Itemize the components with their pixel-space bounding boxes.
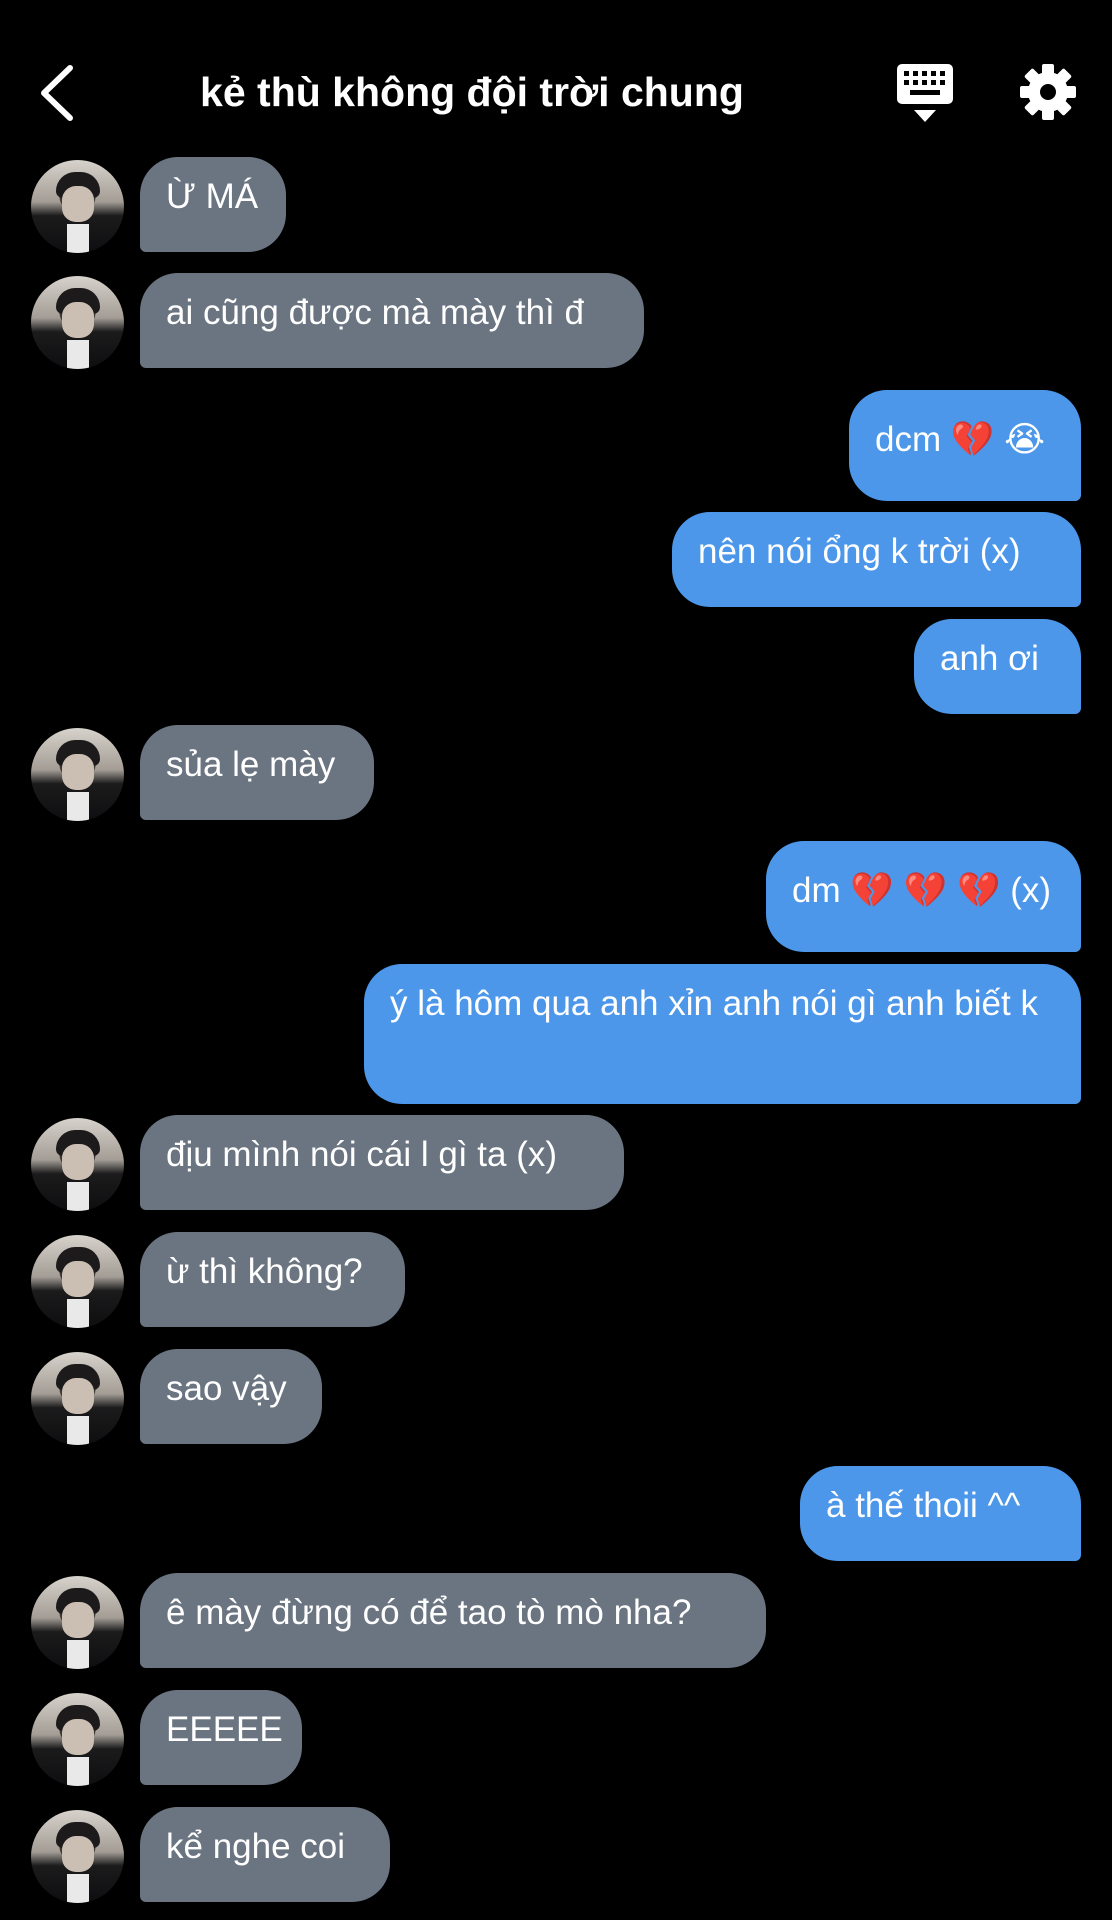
settings-button[interactable] bbox=[1020, 64, 1076, 120]
avatar[interactable] bbox=[31, 1810, 124, 1903]
message-bubble-outgoing[interactable]: nên nói ổng k trời (x) bbox=[672, 512, 1081, 607]
message-bubble-outgoing[interactable]: anh ơi bbox=[914, 619, 1081, 714]
message-list: Ừ MÁ ai cũng được mà mày thì đ dcm 💔 😭 n… bbox=[0, 0, 1112, 1920]
avatar[interactable] bbox=[31, 1352, 124, 1445]
keyboard-dismiss-button[interactable] bbox=[895, 62, 955, 124]
message-bubble-outgoing[interactable]: dm 💔 💔 💔 (x) bbox=[766, 841, 1081, 952]
message-bubble-outgoing[interactable]: à thế thoii ^^ bbox=[800, 1466, 1081, 1561]
message-bubble-incoming[interactable]: ê mày đừng có để tao tò mò nha? bbox=[140, 1573, 766, 1668]
back-button[interactable] bbox=[32, 60, 92, 126]
message-bubble-incoming[interactable]: địu mình nói cái l gì ta (x) bbox=[140, 1115, 624, 1210]
message-bubble-incoming[interactable]: sủa lẹ mày bbox=[140, 725, 374, 820]
avatar[interactable] bbox=[31, 276, 124, 369]
chat-header: kẻ thù không đội trời chung bbox=[0, 0, 1112, 175]
avatar[interactable] bbox=[31, 1693, 124, 1786]
keyboard-dismiss-icon bbox=[897, 64, 953, 122]
message-bubble-incoming[interactable]: kể nghe coi bbox=[140, 1807, 390, 1902]
avatar[interactable] bbox=[31, 728, 124, 821]
message-bubble-incoming[interactable]: ai cũng được mà mày thì đ bbox=[140, 273, 644, 368]
chevron-left-icon bbox=[41, 65, 73, 121]
gear-icon bbox=[1020, 64, 1076, 120]
message-bubble-incoming[interactable]: sao vậy bbox=[140, 1349, 322, 1444]
avatar[interactable] bbox=[31, 1118, 124, 1211]
message-bubble-incoming[interactable]: EEEEE bbox=[140, 1690, 302, 1785]
avatar[interactable] bbox=[31, 1576, 124, 1669]
message-bubble-outgoing[interactable]: dcm 💔 😭 bbox=[849, 390, 1081, 501]
chat-title: kẻ thù không đội trời chung bbox=[200, 69, 744, 115]
message-bubble-incoming[interactable]: ừ thì không? bbox=[140, 1232, 405, 1327]
message-bubble-outgoing[interactable]: ý là hôm qua anh xỉn anh nói gì anh biết… bbox=[364, 964, 1081, 1104]
avatar[interactable] bbox=[31, 1235, 124, 1328]
